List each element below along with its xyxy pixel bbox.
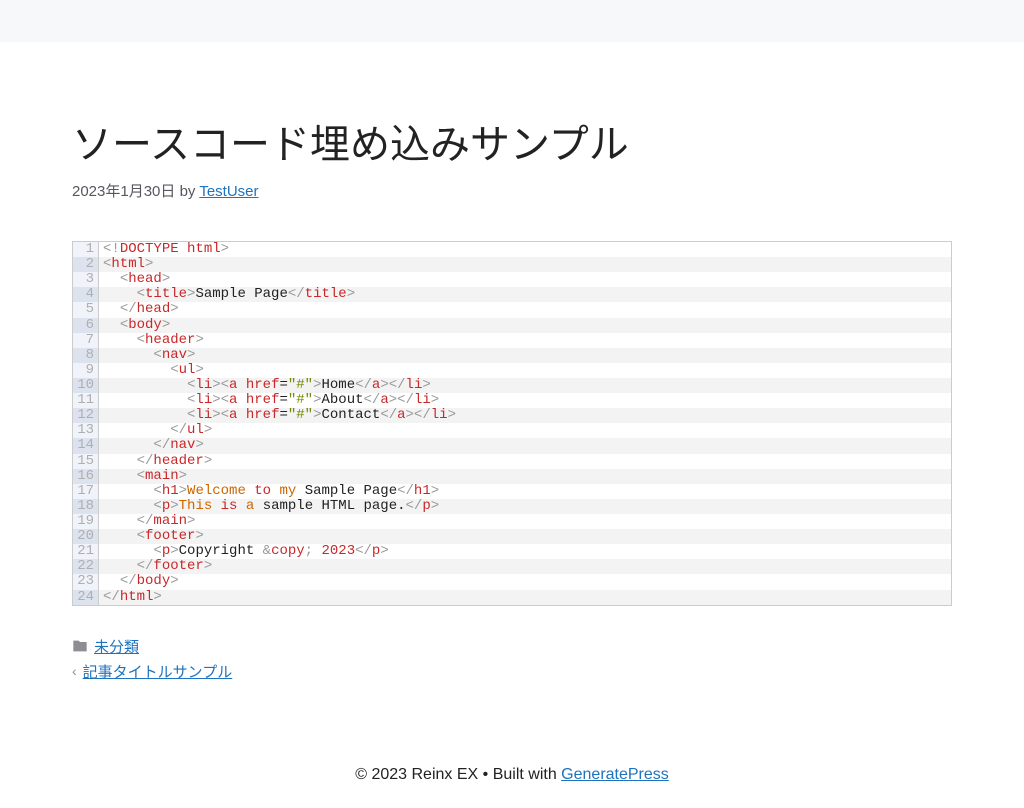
code-line: 5 </head> [73,302,951,317]
chevron-left-icon: ‹ [72,663,77,679]
line-number: 10 [73,378,99,393]
code-line: 20 <footer> [73,529,951,544]
line-number: 20 [73,529,99,544]
line-number: 1 [73,242,99,257]
line-number: 2 [73,257,99,272]
line-number: 12 [73,408,99,423]
code-content: <p>This is a sample HTML page.</p> [99,499,439,514]
line-number: 22 [73,559,99,574]
code-line: 11 <li><a href="#">About</a></li> [73,393,951,408]
code-block: 1<!DOCTYPE html>2<html>3 <head>4 <title>… [72,241,952,606]
line-number: 6 [73,318,99,333]
code-line: 8 <nav> [73,348,951,363]
code-content: <body> [99,318,170,333]
line-number: 19 [73,514,99,529]
line-number: 15 [73,454,99,469]
folder-icon [72,638,88,654]
code-content: <li><a href="#">About</a></li> [99,393,439,408]
line-number: 24 [73,590,99,605]
line-number: 7 [73,333,99,348]
line-number: 17 [73,484,99,499]
code-content: </html> [99,590,162,605]
code-line: 7 <header> [73,333,951,348]
line-number: 23 [73,574,99,589]
line-number: 3 [73,272,99,287]
code-content: <li><a href="#">Home</a></li> [99,378,431,393]
top-bar [0,0,1024,12]
code-content: </ul> [99,423,212,438]
code-line: 21 <p>Copyright &copy; 2023</p> [73,544,951,559]
code-content: </head> [99,302,179,317]
code-line: 15 </header> [73,454,951,469]
code-content: <h1>Welcome to my Sample Page</h1> [99,484,439,499]
code-content: <header> [99,333,204,348]
code-content: <main> [99,469,187,484]
code-line: 12 <li><a href="#">Contact</a></li> [73,408,951,423]
prev-post-link[interactable]: 記事タイトルサンプル [83,661,233,682]
code-line: 2<html> [73,257,951,272]
code-content: </footer> [99,559,212,574]
line-number: 8 [73,348,99,363]
category-link[interactable]: 未分類 [94,636,139,657]
code-content: <nav> [99,348,195,363]
line-number: 18 [73,499,99,514]
code-content: </main> [99,514,195,529]
category-row: 未分類 [72,636,952,657]
code-content: <p>Copyright &copy; 2023</p> [99,544,389,559]
code-content: <ul> [99,363,204,378]
header-separator [0,12,1024,42]
code-content: </nav> [99,438,204,453]
code-line: 22 </footer> [73,559,951,574]
line-number: 21 [73,544,99,559]
code-line: 6 <body> [73,318,951,333]
code-line: 10 <li><a href="#">Home</a></li> [73,378,951,393]
article-date: 2023年1月30日 [72,183,175,200]
code-content: <li><a href="#">Contact</a></li> [99,408,456,423]
code-line: 1<!DOCTYPE html> [73,242,951,257]
code-line: 3 <head> [73,272,951,287]
author-link[interactable]: TestUser [199,183,258,200]
code-line: 19 </main> [73,514,951,529]
line-number: 13 [73,423,99,438]
entry-footer: 未分類 ‹ 記事タイトルサンプル [72,636,952,682]
line-number: 5 [73,302,99,317]
code-line: 4 <title>Sample Page</title> [73,287,951,302]
line-number: 4 [73,287,99,302]
article-title: ソースコード埋め込みサンプル [72,112,952,170]
line-number: 9 [73,363,99,378]
code-content: <title>Sample Page</title> [99,287,355,302]
code-content: </body> [99,574,179,589]
code-content: <html> [99,257,153,272]
code-line: 16 <main> [73,469,951,484]
line-number: 16 [73,469,99,484]
article-meta: 2023年1月30日 by TestUser [72,180,952,201]
footer-theme-link[interactable]: GeneratePress [561,766,669,783]
footer-bullet: • [483,766,493,783]
code-content: <footer> [99,529,204,544]
code-line: 9 <ul> [73,363,951,378]
site-footer: © 2023 Reinx EX • Built with GeneratePre… [0,742,1024,808]
line-number: 14 [73,438,99,453]
code-line: 18 <p>This is a sample HTML page.</p> [73,499,951,514]
footer-built-with: Built with [493,766,557,783]
code-line: 14 </nav> [73,438,951,453]
code-line: 17 <h1>Welcome to my Sample Page</h1> [73,484,951,499]
line-number: 11 [73,393,99,408]
footer-copyright: © 2023 Reinx EX [355,766,478,783]
code-line: 24</html> [73,590,951,605]
code-line: 13 </ul> [73,423,951,438]
prev-post-row: ‹ 記事タイトルサンプル [72,661,952,682]
code-line: 23 </body> [73,574,951,589]
code-content: <head> [99,272,170,287]
by-label: by [180,183,196,200]
code-content: </header> [99,454,212,469]
code-content: <!DOCTYPE html> [99,242,229,257]
